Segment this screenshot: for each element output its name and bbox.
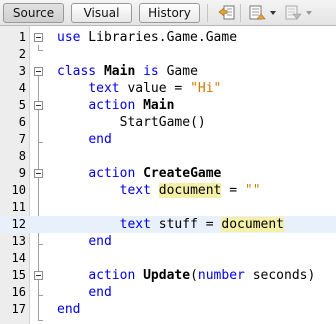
identifier: Libraries.Game.Game [80, 30, 238, 45]
line-number: 11 [11, 200, 26, 214]
action-name: CreateGame [143, 166, 222, 181]
identifier: Game [158, 64, 198, 79]
code-line[interactable]: 5 action Main [0, 97, 336, 114]
identifier: seconds) [244, 268, 316, 283]
identifier: = [221, 183, 245, 198]
line-number: 5 [18, 98, 26, 112]
line-number: 1 [18, 30, 26, 44]
tab-history[interactable]: History [139, 3, 200, 23]
line-code: end [57, 284, 112, 301]
keyword: end [88, 285, 112, 300]
tab-visual[interactable]: Visual [71, 3, 132, 23]
identifier: stuff = [150, 217, 222, 232]
identifier: StartGame() [119, 115, 206, 130]
line-code: action CreateGame [57, 165, 221, 182]
line-number: 17 [11, 302, 26, 316]
line-code: action Main [57, 97, 174, 114]
line-code: text document = "" [57, 182, 261, 199]
code-line[interactable]: 1 use Libraries.Game.Game [0, 29, 336, 46]
line-number: 14 [11, 251, 26, 265]
fold-end-marker [38, 320, 43, 321]
action-name: Main [143, 98, 175, 113]
line-number: 6 [18, 115, 26, 129]
line-code: text stuff = document [57, 216, 285, 233]
keyword: is [143, 64, 159, 79]
code-line[interactable]: 10 text document = "" [0, 182, 336, 199]
line-number: 12 [11, 217, 26, 231]
line-code: end [57, 131, 112, 148]
keyword: action [88, 268, 136, 283]
line-code: end [57, 301, 80, 318]
code-editor[interactable]: 1 use Libraries.Game.Game 2 3 class Main… [0, 26, 336, 324]
code-line[interactable]: 11 [0, 199, 336, 216]
line-number: 3 [18, 64, 26, 78]
keyword: text [88, 81, 120, 96]
line-code: class Main is Game [57, 63, 198, 80]
chevron-down-icon[interactable] [306, 11, 312, 15]
highlighted-identifier: document [158, 183, 222, 198]
class-name: Main [103, 64, 136, 79]
next-change-icon [285, 5, 302, 20]
code-line[interactable]: 8 [0, 148, 336, 165]
keyword: end [88, 234, 112, 249]
previous-change-icon [249, 5, 266, 20]
keyword: text [119, 183, 151, 198]
line-number: 9 [18, 166, 26, 180]
identifier: ( [190, 268, 198, 283]
string-literal: "Hi" [190, 81, 222, 96]
code-line[interactable]: 7 end [0, 131, 336, 148]
line-code: use Libraries.Game.Game [57, 29, 237, 46]
back-history-button[interactable] [216, 3, 238, 23]
code-line[interactable]: 13 end [0, 233, 336, 250]
tab-source[interactable]: Source [3, 3, 64, 23]
keyword: action [88, 166, 136, 181]
current-code-line[interactable]: 12 text stuff = document [0, 216, 336, 233]
line-code: action Update(number seconds) [57, 267, 315, 284]
editor-toolbar: Source Visual History [0, 0, 336, 26]
line-number: 15 [11, 268, 26, 282]
code-line[interactable]: 14 [0, 250, 336, 267]
code-line[interactable]: 4 text value = "Hi" [0, 80, 336, 97]
line-code: end [57, 233, 112, 250]
code-line[interactable]: 6 StartGame() [0, 114, 336, 131]
next-change-button[interactable] [282, 3, 304, 23]
action-name: Update [143, 268, 191, 283]
code-line[interactable]: 2 [0, 46, 336, 63]
chevron-down-icon[interactable] [270, 11, 276, 15]
line-number: 4 [18, 81, 26, 95]
toolbar-separator [207, 4, 208, 22]
keyword: class [57, 64, 97, 79]
toolbar-separator [240, 4, 241, 22]
code-line[interactable]: 17 end [0, 301, 336, 318]
keyword: end [88, 132, 112, 147]
line-number: 7 [18, 132, 26, 146]
highlighted-identifier: document [221, 217, 285, 232]
code-line[interactable]: 9 action CreateGame [0, 165, 336, 182]
line-number: 10 [11, 183, 26, 197]
previous-change-button[interactable] [246, 3, 268, 23]
identifier: value = [119, 81, 191, 96]
keyword: use [57, 30, 81, 45]
line-code: text value = "Hi" [57, 80, 221, 97]
back-history-icon [218, 5, 235, 20]
code-line[interactable]: 16 end [0, 284, 336, 301]
code-line[interactable]: 15 action Update(number seconds) [0, 267, 336, 284]
keyword: text [119, 217, 151, 232]
keyword: end [57, 302, 81, 317]
line-number: 2 [18, 47, 26, 61]
string-literal: "" [244, 183, 261, 198]
keyword: action [88, 98, 136, 113]
keyword: number [197, 268, 245, 283]
line-code: StartGame() [57, 114, 206, 131]
line-number: 16 [11, 285, 26, 299]
line-number: 13 [11, 234, 26, 248]
code-line[interactable]: 3 class Main is Game [0, 63, 336, 80]
line-number: 8 [18, 149, 26, 163]
